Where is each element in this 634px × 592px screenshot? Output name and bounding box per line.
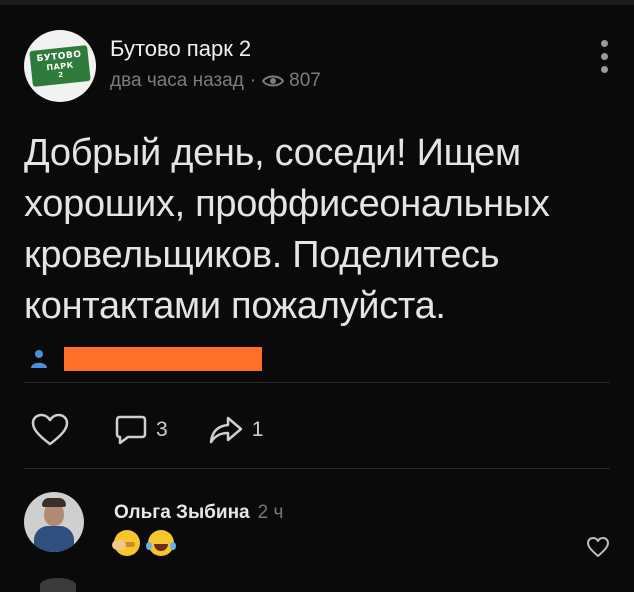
comment-icon <box>115 415 147 445</box>
post-header: БУТОВО ПАРК 2 Бутово парк 2 два часа наз… <box>24 30 614 102</box>
post-actions: 3 1 <box>30 408 263 452</box>
commenter-avatar[interactable] <box>24 492 84 552</box>
views-icon <box>262 75 285 87</box>
comments-count: 3 <box>156 418 168 441</box>
heart-icon <box>31 413 69 446</box>
meta-separator: · <box>249 70 257 91</box>
views-count: 807 <box>289 70 321 91</box>
next-comment-avatar <box>40 578 76 592</box>
group-avatar[interactable]: БУТОВО ПАРК 2 <box>24 30 96 102</box>
person-icon <box>31 350 47 368</box>
redacted-author-bar <box>64 347 262 371</box>
comment-time: 2 ч <box>257 502 284 523</box>
group-logo-badge: БУТОВО ПАРК 2 <box>29 45 91 87</box>
post-meta: два часа назад · 807 <box>110 70 321 92</box>
group-name[interactable]: Бутово парк 2 <box>110 36 251 62</box>
face-palm-emoji <box>112 530 140 556</box>
comment-emojis <box>112 530 182 556</box>
share-icon <box>209 416 242 444</box>
more-options-icon[interactable] <box>598 40 610 76</box>
post-author-row <box>30 347 262 371</box>
top-divider <box>0 0 634 5</box>
comments-button[interactable]: 3 <box>114 414 168 446</box>
comments-divider <box>24 468 610 469</box>
commenter-name-text: Ольга Зыбина <box>114 502 250 523</box>
post-divider <box>24 382 610 383</box>
shares-count: 1 <box>251 418 264 441</box>
laughing-tears-emoji <box>146 530 176 556</box>
post-time: два часа назад <box>110 70 244 91</box>
like-button[interactable] <box>30 413 70 447</box>
post-text: Добрый день, соседи! Ищем хороших, профф… <box>24 132 550 327</box>
commenter-name[interactable]: Ольга Зыбина 2 ч <box>114 502 283 524</box>
comment-like-icon[interactable] <box>586 536 610 558</box>
share-button[interactable]: 1 <box>208 415 264 445</box>
comment-item: Ольга Зыбина 2 ч <box>24 492 614 572</box>
